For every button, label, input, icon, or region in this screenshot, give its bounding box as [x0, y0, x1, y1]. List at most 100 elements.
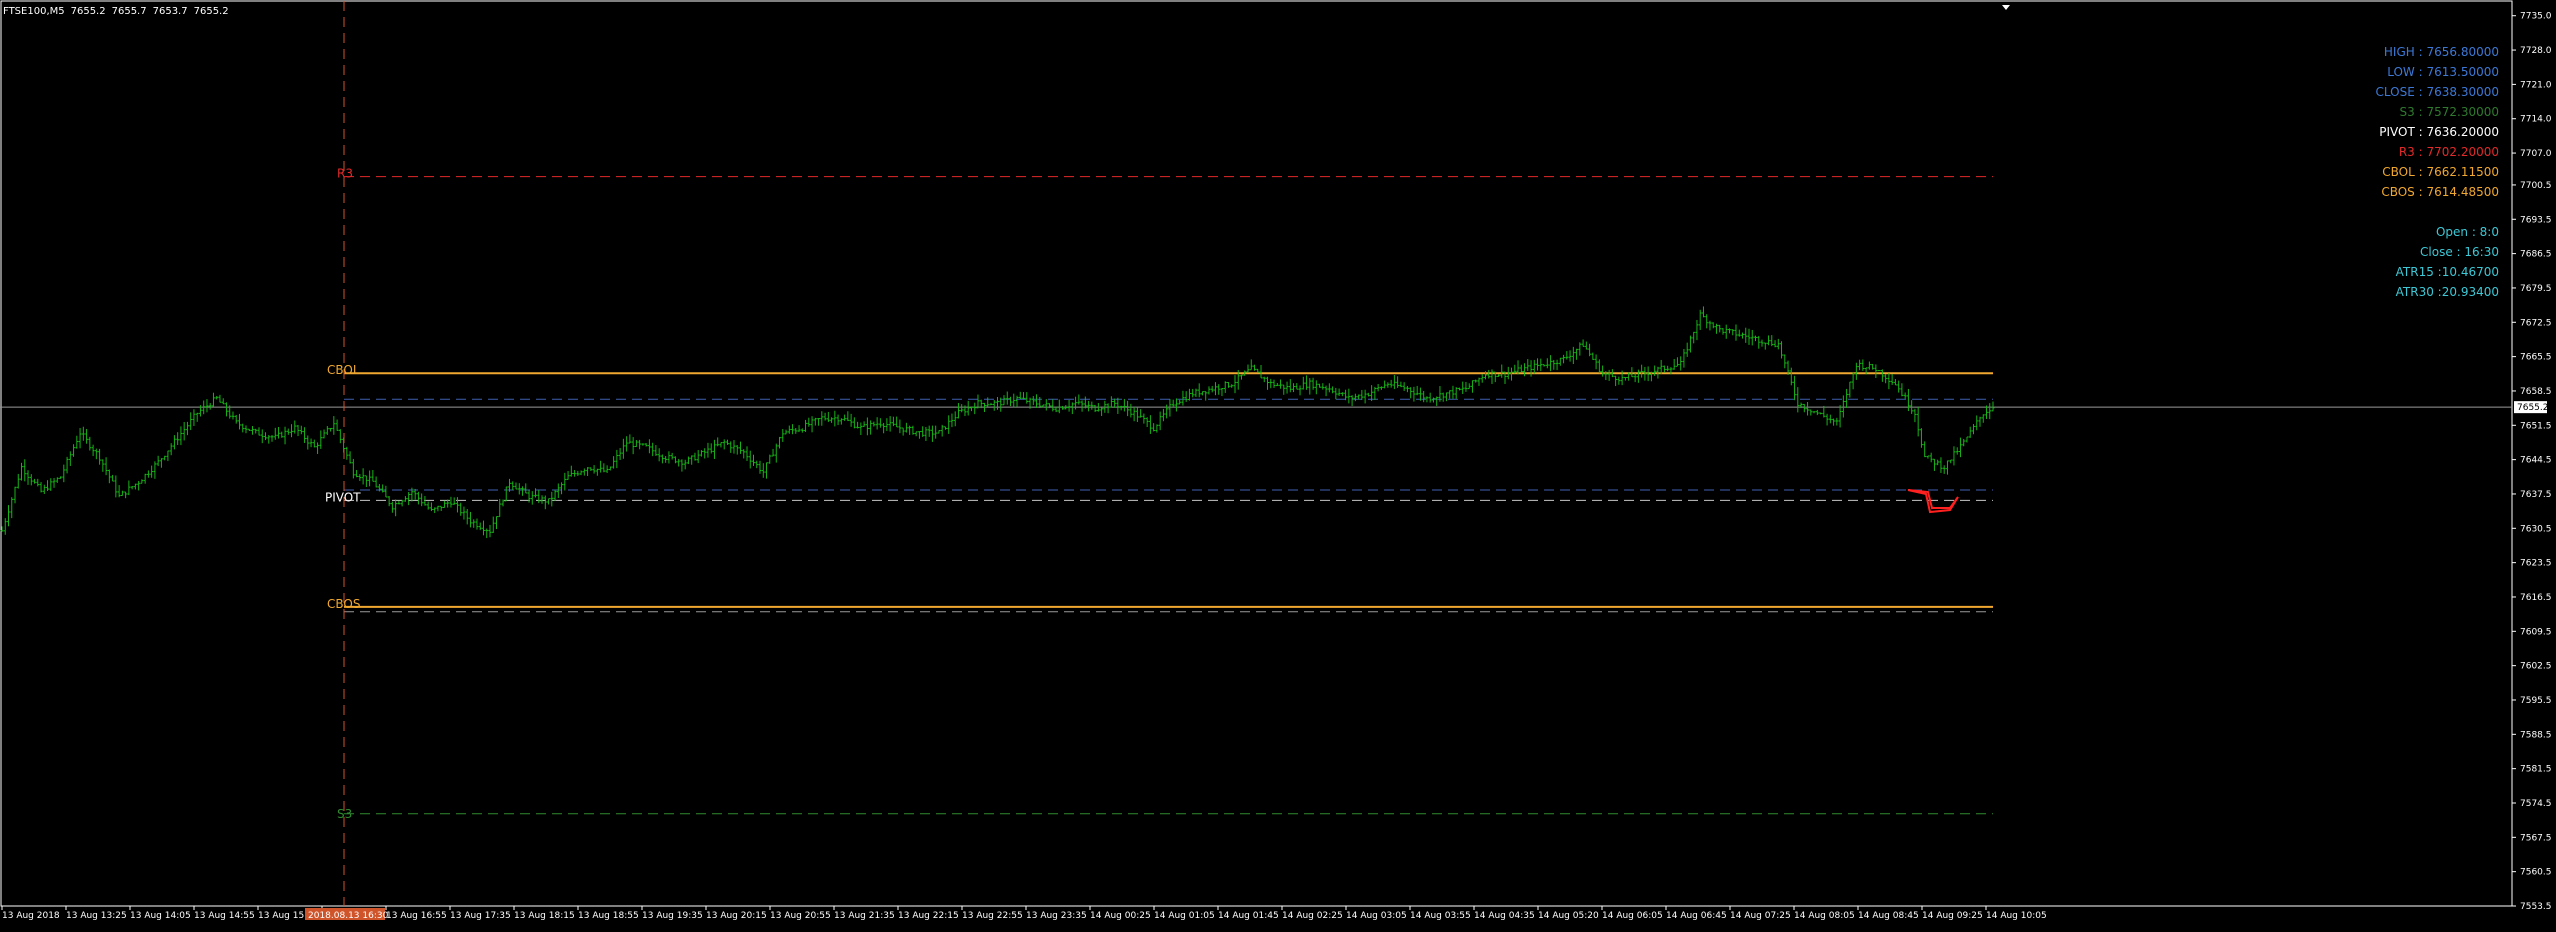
- candle: [1734, 324, 1737, 340]
- candle: [1175, 398, 1178, 411]
- candle: [189, 412, 192, 430]
- candle: [1045, 399, 1048, 410]
- candle: [736, 445, 739, 455]
- candle: [1813, 412, 1816, 414]
- candle: [1777, 339, 1780, 350]
- candle: [131, 486, 134, 489]
- candle: [1328, 383, 1331, 392]
- candle: [918, 431, 921, 438]
- candle: [225, 402, 228, 416]
- candle: [326, 426, 329, 435]
- candle: [466, 509, 469, 524]
- candle: [1803, 404, 1806, 412]
- candle: [1559, 358, 1562, 366]
- candle: [1904, 393, 1907, 399]
- time-label: 13 Aug 22:15: [898, 911, 959, 921]
- candle: [163, 456, 166, 460]
- candle: [1006, 392, 1009, 405]
- candle: [853, 417, 856, 428]
- candle: [1682, 349, 1685, 368]
- candle: [1003, 395, 1006, 405]
- candle: [1630, 367, 1633, 377]
- candle: [811, 416, 814, 432]
- candle: [1634, 373, 1637, 382]
- symbol-open: 7655.2: [71, 6, 106, 17]
- candle: [456, 497, 459, 512]
- candle: [1852, 372, 1855, 389]
- candle: [1624, 377, 1627, 380]
- candle: [772, 449, 775, 456]
- candle: [482, 521, 485, 536]
- candle: [1546, 358, 1549, 368]
- price-label: 7693.5: [2520, 215, 2552, 225]
- candle: [1321, 383, 1324, 389]
- candle: [388, 496, 391, 506]
- candle: [700, 450, 703, 456]
- candle: [667, 451, 670, 463]
- candle: [1992, 401, 1995, 411]
- candle: [759, 461, 762, 474]
- candle: [596, 469, 599, 476]
- info-line: CLOSE : 7638.30000: [2376, 85, 2499, 99]
- candle: [170, 443, 173, 455]
- candle: [290, 424, 293, 437]
- candle: [1461, 382, 1464, 394]
- candle: [1162, 409, 1165, 421]
- candle: [72, 444, 75, 457]
- drawn-marker: [1908, 490, 1958, 512]
- info-line: LOW : 7613.50000: [2387, 65, 2499, 79]
- time-label: 14 Aug 02:25: [1282, 911, 1343, 921]
- candle: [580, 470, 583, 475]
- candle: [697, 450, 700, 463]
- chart-frame: [1, 1, 2512, 906]
- candle: [1881, 369, 1884, 381]
- price-label: 7602.5: [2520, 662, 2552, 672]
- candle: [1832, 419, 1835, 426]
- time-label: 14 Aug 09:25: [1922, 911, 1983, 921]
- price-label: 7658.5: [2520, 387, 2552, 397]
- candle: [1367, 393, 1370, 397]
- info-line: HIGH : 7656.80000: [2384, 45, 2499, 59]
- candle: [1481, 374, 1484, 383]
- candle: [251, 426, 254, 435]
- candle: [1891, 374, 1894, 385]
- candle: [814, 418, 817, 426]
- candle: [404, 496, 407, 502]
- candle: [638, 440, 641, 449]
- price-label: 7679.5: [2520, 284, 2552, 294]
- candle: [306, 435, 309, 449]
- candle: [1946, 461, 1949, 475]
- price-chart[interactable]: R3CBOLPIVOTCBOSS3 7735.07728.07721.07714…: [0, 0, 2556, 927]
- candles: [1, 306, 1995, 538]
- candle: [915, 432, 918, 437]
- candle: [1686, 343, 1689, 357]
- symbol-low: 7653.7: [153, 6, 188, 17]
- candle: [1835, 418, 1838, 426]
- candle: [599, 461, 602, 473]
- candle: [1725, 325, 1728, 339]
- candle: [1920, 428, 1923, 448]
- info-line: Close : 16:30: [2420, 245, 2499, 259]
- time-label: 13 Aug 18:55: [578, 911, 639, 921]
- candle: [1116, 398, 1119, 414]
- candle: [749, 451, 752, 469]
- candle: [59, 476, 62, 478]
- candle: [1396, 376, 1399, 388]
- candle: [339, 429, 342, 443]
- candle: [319, 430, 322, 448]
- candle: [114, 475, 117, 497]
- chart-area[interactable]: R3CBOLPIVOTCBOSS3 7735.07728.07721.07714…: [0, 0, 2556, 927]
- level-label-r3: R3: [337, 167, 353, 181]
- candle: [1351, 395, 1354, 406]
- candle: [222, 398, 225, 404]
- candle: [1273, 380, 1276, 388]
- time-label: 13 Aug 14:55: [194, 911, 255, 921]
- candle: [1458, 388, 1461, 391]
- candle: [505, 487, 508, 501]
- candle: [1354, 394, 1357, 401]
- candle: [645, 443, 648, 447]
- candle: [794, 428, 797, 434]
- candle: [531, 491, 534, 505]
- candle: [1770, 335, 1773, 346]
- price-label: 7728.0: [2520, 46, 2552, 56]
